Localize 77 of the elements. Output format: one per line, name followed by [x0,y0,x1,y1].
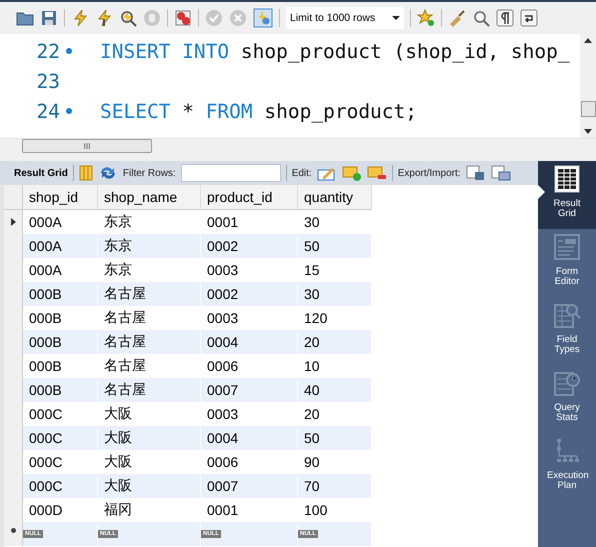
check-icon [205,9,223,27]
table-row[interactable]: 000B 名古屋 0007 40 [4,378,372,402]
export-icon[interactable] [466,165,486,181]
lightning-icon[interactable] [71,9,89,27]
caret-icon [392,16,400,20]
table-cell: 20 [298,330,372,354]
side-panel-tab[interactable]: Field Types [538,297,596,365]
horizontal-scrollbar[interactable]: III [0,138,596,153]
form-icon [553,233,581,261]
side-panel-tab[interactable]: Result Grid [538,161,596,229]
table-cell: 50 [298,234,372,258]
table-row[interactable]: 000C 大阪 0004 50 [4,426,372,450]
table-cell: 000B [22,330,98,354]
table-row[interactable]: 000B 名古屋 0002 30 [4,282,372,306]
scroll-thumb[interactable] [580,101,596,117]
table-cell: 70 [298,474,372,498]
search-icon[interactable] [472,9,490,27]
scroll-up-icon[interactable] [584,38,592,43]
table-row[interactable]: 000B 名古屋 0004 20 [4,330,372,354]
export-import-label: Export/Import: [398,168,461,178]
table-row[interactable]: 000A 东京 0002 50 [4,234,372,258]
autocommit-icon[interactable] [253,8,273,28]
table-cell: 0004 [200,426,298,450]
table-cell: 0007 [200,474,298,498]
limit-dropdown[interactable]: Limit to 1000 rows [286,7,404,29]
column-header[interactable]: shop_id [22,185,98,210]
table-row[interactable]: 000C 大阪 0007 70 [4,474,372,498]
stopwatch-icon [553,369,581,397]
table-cell: 0002 [200,234,298,258]
wrap-icon[interactable] [520,9,538,27]
line-number: 24 [36,100,60,122]
table-cell: 000C [22,474,98,498]
edit-label: Edit: [292,168,312,178]
table-cell: 名古屋 [98,378,200,402]
star-add-icon[interactable] [417,9,435,27]
table-cell: 0004 [200,330,298,354]
result-grid-label: Result Grid [14,168,68,178]
table-cell: 000C [22,426,98,450]
table-cell: 0002 [200,282,298,306]
table-cell: 名古屋 [98,282,200,306]
line-number: 22 [36,40,60,62]
grid-icon [553,165,581,193]
scroll-down-icon[interactable] [584,129,592,134]
vertical-scrollbar[interactable] [580,34,596,138]
table-cell: 30 [298,282,372,306]
edit-pencil-icon[interactable] [316,165,337,181]
table-cell: 000A [22,234,98,258]
column-header[interactable]: product_id [200,185,298,210]
code-line: INSERT INTO shop_product (shop_id, shop_ [100,40,570,62]
table-cell: 40 [298,378,372,402]
side-panel-tab[interactable]: Query Stats [538,365,596,433]
import-icon[interactable] [490,165,511,181]
magnifier-icon[interactable] [119,9,137,27]
side-panel-tab[interactable]: Execution Plan [538,433,596,501]
pilcrow-icon[interactable] [496,9,514,27]
new-row-icon [10,528,16,533]
table-cell: 大阪 [98,474,200,498]
lightning-cursor-icon[interactable] [95,9,113,27]
side-panel-tab[interactable]: Form Editor [538,229,596,297]
table-cell: 东京 [98,234,200,258]
column-header[interactable]: quantity [298,185,372,210]
scroll-grip: III [83,142,91,150]
line-number: 23 [36,70,60,92]
filter-rows-field[interactable] [180,164,281,182]
column-header[interactable]: shop_name [98,185,200,210]
table-cell: 名古屋 [98,330,200,354]
table-cell: 大阪 [98,426,200,450]
table-cell: 50 [298,426,372,450]
table-cell: 0007 [200,378,298,402]
delete-row-icon[interactable] [366,165,387,181]
code-line: SELECT * FROM shop_product; [100,100,418,122]
table-cell: 000B [22,282,98,306]
cancel-icon [229,9,247,27]
save-icon[interactable] [40,9,58,27]
magnifier-table-icon [553,301,581,329]
table-cell: 000B [22,378,98,402]
filter-rows-label: Filter Rows: [122,168,176,178]
